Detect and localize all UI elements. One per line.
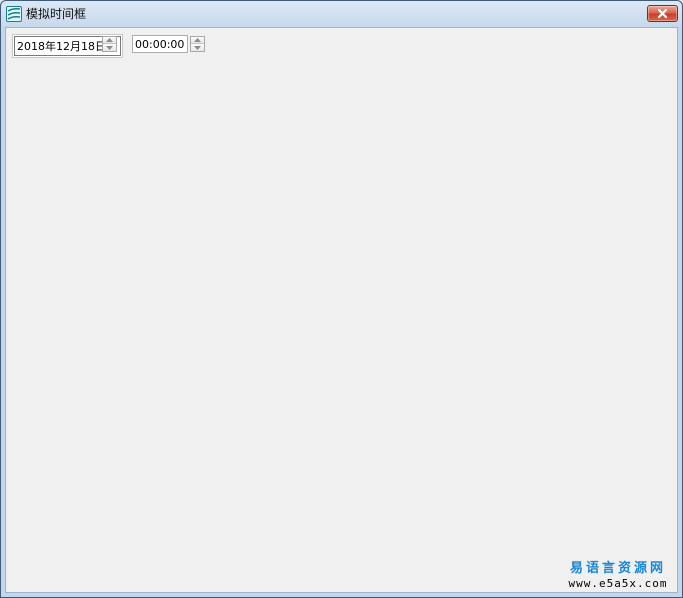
- watermark-url: www.e5a5x.com: [568, 577, 668, 590]
- time-spinner[interactable]: [190, 36, 205, 52]
- time-spin-down-button[interactable]: [191, 44, 204, 51]
- client-area: 2018年12月18日 00:00:00 易语言资源网 www.e5a5x.co…: [5, 27, 678, 593]
- date-spin-up-button[interactable]: [103, 37, 116, 44]
- spin-up-icon: [106, 38, 113, 42]
- spin-down-icon: [194, 45, 201, 50]
- title-bar[interactable]: 模拟时间框: [1, 1, 682, 27]
- time-value[interactable]: 00:00:00: [135, 38, 184, 51]
- date-value[interactable]: 2018年12月18日: [17, 40, 106, 53]
- time-spin-up-button[interactable]: [191, 37, 204, 44]
- window-title: 模拟时间框: [26, 7, 87, 21]
- close-button[interactable]: [647, 5, 678, 22]
- date-spin-down-button[interactable]: [103, 44, 116, 51]
- app-logo-icon: [6, 6, 22, 22]
- date-picker[interactable]: 2018年12月18日: [12, 34, 123, 58]
- spin-up-icon: [194, 38, 201, 42]
- app-window: 模拟时间框 2018年12月18日 00:00:00 易语言资源网 www.e5…: [0, 0, 683, 598]
- watermark-title: 易语言资源网: [569, 561, 666, 576]
- spin-down-icon: [106, 45, 113, 50]
- time-field[interactable]: 00:00:00: [132, 35, 188, 53]
- watermark: 易语言资源网 www.e5a5x.com: [563, 561, 673, 590]
- close-icon: [657, 8, 668, 19]
- date-spinner[interactable]: [102, 36, 117, 52]
